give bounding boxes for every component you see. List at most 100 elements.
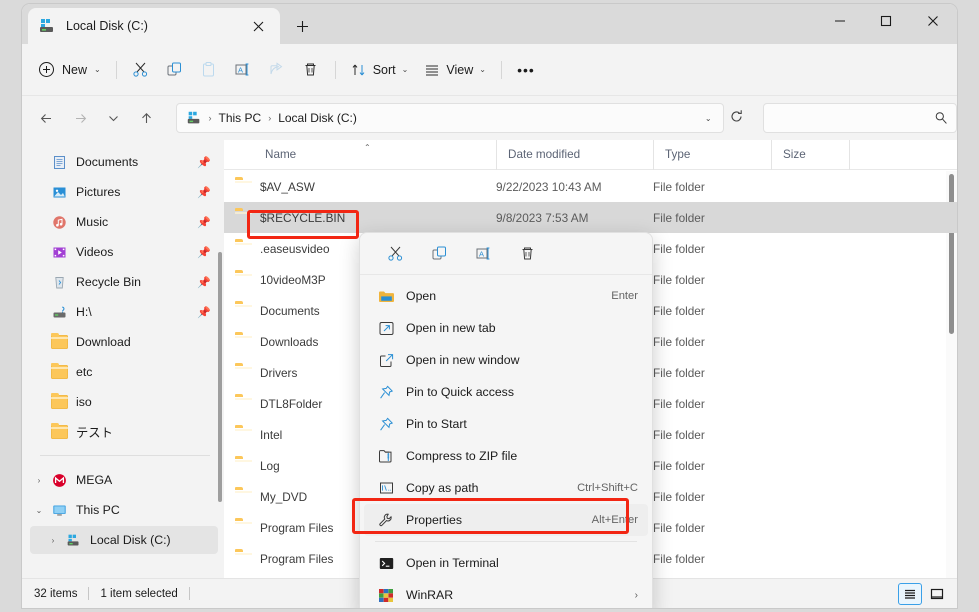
sidebar-item-documents[interactable]: Documents 📌 bbox=[30, 148, 218, 176]
details-view-icon[interactable] bbox=[898, 583, 922, 605]
winrar-icon bbox=[373, 588, 399, 603]
file-name: $RECYCLE.BIN bbox=[260, 211, 345, 225]
menu-item-copy-as-path[interactable]: Copy as path Ctrl+Shift+C bbox=[364, 472, 648, 504]
file-name: Documents bbox=[260, 304, 320, 318]
menu-item-pin-to-quick-access[interactable]: Pin to Quick access bbox=[364, 376, 648, 408]
chevron-down-icon[interactable]: ⌄ bbox=[30, 506, 48, 515]
chevron-down-icon[interactable]: ⌄ bbox=[697, 114, 719, 123]
cell-type: File folder bbox=[653, 326, 771, 357]
table-row[interactable]: $AV_ASW 9/22/2023 10:43 AM File folder bbox=[224, 171, 957, 202]
rename-button[interactable]: A bbox=[226, 54, 260, 86]
menu-item-winrar[interactable]: WinRAR › bbox=[364, 579, 648, 608]
terminal-icon bbox=[373, 556, 399, 571]
sidebar-item-local-disk-c[interactable]: › Local Disk (C:) bbox=[30, 526, 218, 554]
menu-item-open[interactable]: Open Enter bbox=[364, 280, 648, 312]
column-header-type[interactable]: Type bbox=[653, 140, 771, 170]
cut-button[interactable] bbox=[124, 54, 158, 86]
menu-item-label: Open in new tab bbox=[406, 321, 630, 335]
column-header-name[interactable]: Name ⌃ bbox=[224, 140, 496, 170]
view-button[interactable]: View ⌄ bbox=[416, 54, 494, 86]
column-header-size[interactable]: Size bbox=[771, 140, 849, 170]
menu-item-open-in-new-tab[interactable]: Open in new tab bbox=[364, 312, 648, 344]
scissors-icon bbox=[387, 245, 404, 262]
address-bar[interactable]: › This PC › Local Disk (C:) ⌄ bbox=[176, 103, 725, 133]
folder-icon bbox=[235, 521, 252, 535]
cut-button[interactable] bbox=[375, 239, 415, 269]
cell-type: File folder bbox=[653, 419, 771, 450]
sidebar-item-download[interactable]: Download bbox=[30, 328, 218, 356]
pin-icon[interactable]: 📌 bbox=[196, 156, 212, 169]
breadcrumb-item-local-disk-c[interactable]: Local Disk (C:) bbox=[274, 109, 361, 127]
chevron-down-icon: ⌄ bbox=[479, 65, 486, 74]
search-input[interactable] bbox=[772, 111, 934, 125]
selection-count: 1 item selected bbox=[100, 588, 177, 600]
sidebar-item-label: Recycle Bin bbox=[76, 275, 196, 289]
rename-icon: A bbox=[475, 245, 492, 262]
pane-view-icon[interactable] bbox=[925, 583, 949, 605]
delete-button[interactable] bbox=[507, 239, 547, 269]
copy-button[interactable] bbox=[419, 239, 459, 269]
cell-date: 9/22/2023 10:43 AM bbox=[496, 171, 653, 202]
pin-icon[interactable]: 📌 bbox=[196, 276, 212, 289]
sidebar-item-iso[interactable]: iso bbox=[30, 388, 218, 416]
sidebar-scrollbar[interactable] bbox=[218, 252, 222, 502]
column-header-label: Size bbox=[783, 148, 806, 161]
more-options-button[interactable]: ••• bbox=[509, 54, 543, 86]
search-box[interactable] bbox=[763, 103, 957, 133]
cell-size bbox=[771, 171, 849, 202]
forward-button[interactable] bbox=[65, 103, 94, 133]
recent-locations-button[interactable] bbox=[99, 103, 128, 133]
chevron-right-icon[interactable]: › bbox=[30, 476, 48, 485]
back-button[interactable] bbox=[32, 103, 61, 133]
file-name: Drivers bbox=[260, 366, 297, 380]
paste-button[interactable] bbox=[192, 54, 226, 86]
close-icon[interactable] bbox=[246, 14, 270, 38]
sidebar-item-mega[interactable]: › MEGA bbox=[30, 466, 218, 494]
sidebar-item-this-pc[interactable]: ⌄ This PC bbox=[30, 496, 218, 524]
breadcrumb-item-this-pc[interactable]: This PC bbox=[215, 109, 266, 127]
menu-item-compress-to-zip[interactable]: Compress to ZIP file bbox=[364, 440, 648, 472]
new-button[interactable]: New ⌄ bbox=[32, 54, 109, 86]
menu-item-open-in-new-window[interactable]: Open in new window bbox=[364, 344, 648, 376]
pin-icon[interactable]: 📌 bbox=[196, 246, 212, 259]
plus-icon[interactable] bbox=[288, 13, 316, 39]
menu-item-properties[interactable]: Properties Alt+Enter bbox=[364, 504, 648, 536]
sidebar-item-recycle-bin[interactable]: Recycle Bin 📌 bbox=[30, 268, 218, 296]
maximize-button[interactable] bbox=[863, 4, 909, 38]
pin-icon[interactable]: 📌 bbox=[196, 186, 212, 199]
pin-icon[interactable]: 📌 bbox=[196, 216, 212, 229]
sidebar-item-music[interactable]: Music 📌 bbox=[30, 208, 218, 236]
share-button[interactable] bbox=[260, 54, 294, 86]
properties-icon bbox=[373, 512, 399, 529]
up-button[interactable] bbox=[132, 103, 161, 133]
drive-icon bbox=[48, 305, 70, 320]
sidebar-item-etc[interactable]: etc bbox=[30, 358, 218, 386]
table-row[interactable]: $RECYCLE.BIN 9/8/2023 7:53 AM File folde… bbox=[224, 202, 957, 233]
sidebar-item-tesuto[interactable]: テスト bbox=[30, 418, 218, 446]
delete-button[interactable] bbox=[294, 54, 328, 86]
close-window-button[interactable] bbox=[909, 4, 957, 38]
sidebar-item-pictures[interactable]: Pictures 📌 bbox=[30, 178, 218, 206]
copy-button[interactable] bbox=[158, 54, 192, 86]
rename-button[interactable]: A bbox=[463, 239, 503, 269]
sort-button[interactable]: Sort ⌄ bbox=[343, 54, 417, 86]
context-menu-items: Open Enter Open in new tab Open in new w… bbox=[360, 275, 652, 608]
pin-icon[interactable]: 📌 bbox=[196, 306, 212, 319]
open-folder-icon bbox=[373, 289, 399, 304]
menu-item-open-in-terminal[interactable]: Open in Terminal bbox=[364, 547, 648, 579]
folder-icon bbox=[235, 335, 252, 349]
chevron-right-icon[interactable]: › bbox=[44, 536, 62, 545]
trash-icon bbox=[519, 245, 536, 262]
refresh-button[interactable] bbox=[724, 109, 749, 127]
minimize-button[interactable] bbox=[817, 4, 863, 38]
sidebar-item-label: This PC bbox=[76, 503, 196, 517]
folder-icon bbox=[235, 180, 252, 194]
rename-icon: A bbox=[234, 61, 251, 78]
sidebar-item-h-drive[interactable]: H:\ 📌 bbox=[30, 298, 218, 326]
pictures-icon bbox=[48, 185, 70, 200]
menu-item-label: Pin to Quick access bbox=[406, 385, 630, 399]
menu-item-pin-to-start[interactable]: Pin to Start bbox=[364, 408, 648, 440]
tab-local-disk-c[interactable]: Local Disk (C:) bbox=[28, 8, 280, 44]
sidebar-item-videos[interactable]: Videos 📌 bbox=[30, 238, 218, 266]
column-header-date-modified[interactable]: Date modified bbox=[496, 140, 653, 170]
